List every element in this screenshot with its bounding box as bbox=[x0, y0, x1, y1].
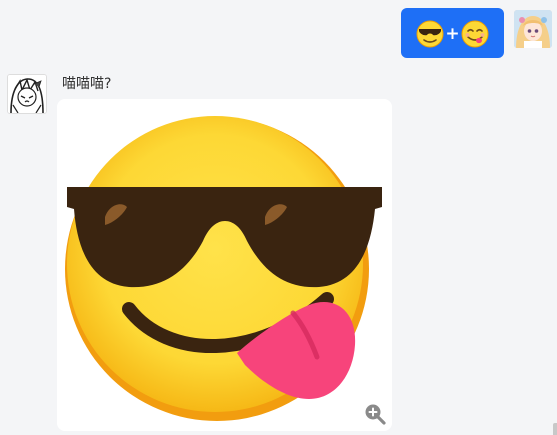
emoji-separator: + bbox=[445, 24, 460, 44]
anime-girl-avatar-icon bbox=[514, 10, 552, 48]
self-avatar[interactable] bbox=[514, 10, 552, 48]
chat-window: + 喵喵喵? bbox=[0, 0, 557, 435]
outgoing-message-bubble[interactable]: + bbox=[401, 8, 504, 58]
outgoing-message-row: + bbox=[401, 8, 552, 58]
sender-avatar[interactable] bbox=[7, 74, 47, 114]
emoji-image-message[interactable] bbox=[57, 99, 392, 431]
manga-girl-avatar-icon bbox=[8, 75, 46, 113]
sender-name: 喵喵喵? bbox=[62, 76, 112, 92]
zoom-in-icon bbox=[365, 404, 386, 425]
cool-yum-mix-emoji-icon bbox=[65, 116, 382, 421]
zoom-in-button[interactable] bbox=[364, 403, 386, 425]
cool-face-emoji-icon bbox=[416, 20, 444, 48]
yum-face-emoji-icon bbox=[461, 20, 489, 48]
scrollbar-thumb[interactable] bbox=[553, 423, 557, 435]
